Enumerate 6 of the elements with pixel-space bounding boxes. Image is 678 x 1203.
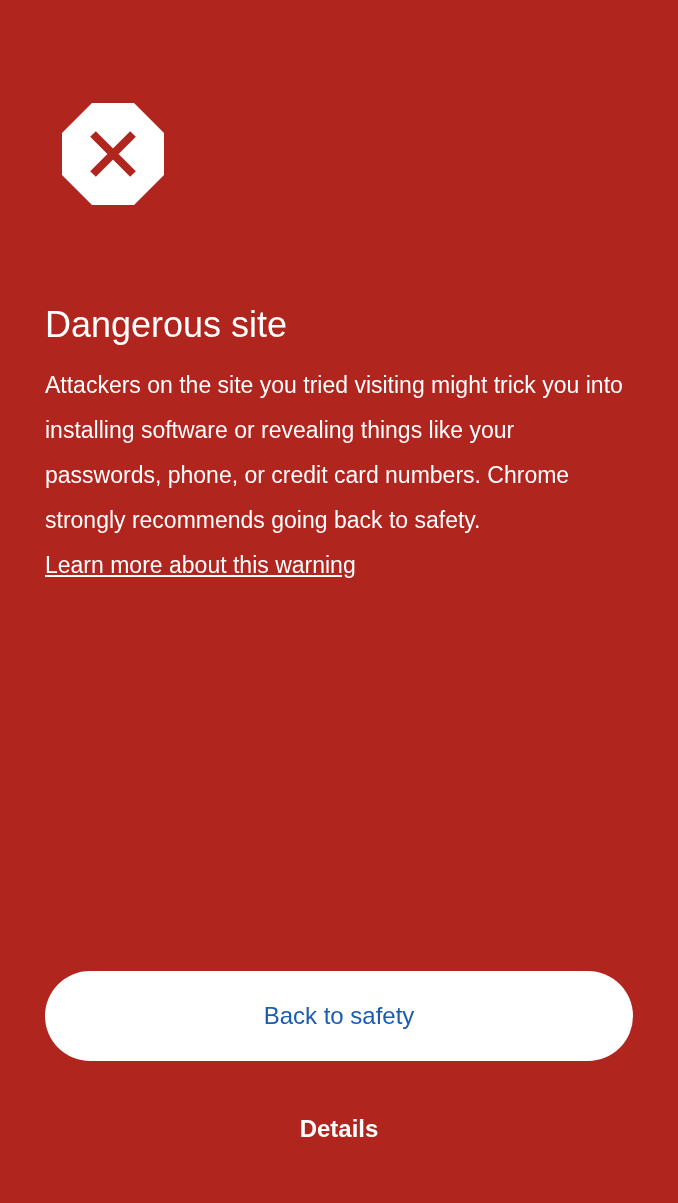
page-title: Dangerous site xyxy=(45,303,289,347)
learn-more-link[interactable]: Learn more about this warning xyxy=(45,552,356,578)
back-to-safety-button[interactable]: Back to safety xyxy=(45,971,633,1061)
warning-paragraph: Attackers on the site you tried visiting might trick you into installing software or revealing things like your passwords, phone, or credit card numbers. Chrome strongly recommends going back to safety. Learn more about this warning xyxy=(45,371,624,580)
stop-sign-icon xyxy=(62,103,164,205)
details-button[interactable]: Details xyxy=(291,1111,387,1147)
